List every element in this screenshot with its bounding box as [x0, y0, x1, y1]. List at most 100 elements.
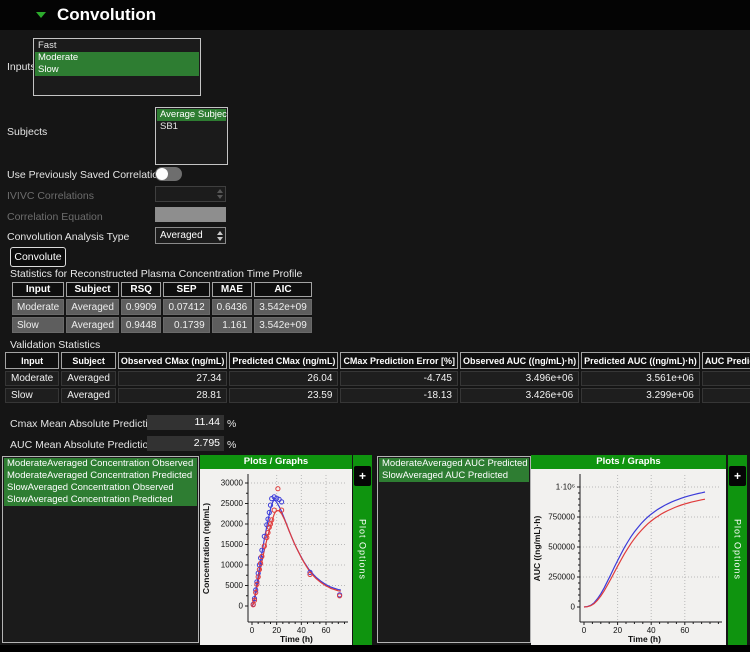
- svg-text:0: 0: [582, 626, 587, 635]
- cell: 23.59: [229, 388, 338, 403]
- svg-text:15000: 15000: [221, 540, 244, 549]
- svg-text:1·10⁶: 1·10⁶: [556, 483, 575, 492]
- cell: Averaged: [66, 317, 119, 333]
- svg-text:10000: 10000: [221, 561, 244, 570]
- plot-options-label: Plot Options: [733, 519, 743, 580]
- cmax-mape-field: 11.44: [147, 415, 224, 430]
- svg-text:0: 0: [571, 603, 576, 612]
- col-header: Observed AUC ((ng/mL)·h): [460, 352, 579, 369]
- auc-mape-unit: %: [227, 439, 236, 451]
- inputs-listbox: Fast Moderate Slow: [33, 38, 201, 96]
- cell: Slow: [12, 317, 64, 333]
- svg-text:60: 60: [322, 626, 331, 635]
- svg-text:AUC ((ng/mL)·h): AUC ((ng/mL)·h): [532, 516, 542, 582]
- add-plot-button[interactable]: +: [354, 466, 371, 486]
- svg-text:Concentration (ng/mL): Concentration (ng/mL): [201, 503, 211, 594]
- svg-text:250000: 250000: [548, 573, 575, 582]
- list-item-moderate[interactable]: Moderate: [35, 52, 199, 64]
- spinner-icon: [214, 188, 225, 200]
- col-header: Predicted CMax (ng/mL): [229, 352, 338, 369]
- cell: Moderate: [5, 371, 59, 386]
- cell: 3.561e+06: [581, 371, 700, 386]
- plot-options-label: Plot Options: [358, 519, 368, 580]
- correlation-equation-field: [155, 207, 226, 222]
- toggle-knob: [156, 168, 168, 180]
- concentration-plot-panel: Plots / Graphs 0204060050001000015000200…: [200, 455, 352, 645]
- auc-mape-field: 2.795: [147, 436, 224, 451]
- svg-text:Time (h): Time (h): [628, 634, 661, 644]
- cell: 28.81: [118, 388, 228, 403]
- ivivc-correlations-select: [155, 186, 226, 202]
- analysis-type-select[interactable]: Averaged: [155, 227, 226, 244]
- legend-item[interactable]: ModerateAveraged Concentration Predicted: [4, 470, 197, 482]
- legend-item[interactable]: ModerateAveraged Concentration Observed: [4, 458, 197, 470]
- cell: 0.9448: [121, 317, 162, 333]
- cell: Slow: [5, 388, 59, 403]
- cell: 27.34: [118, 371, 228, 386]
- concentration-legend-listbox: ModerateAveraged Concentration Observed …: [2, 456, 199, 643]
- col-header: MAE: [212, 282, 253, 297]
- svg-text:Time (h): Time (h): [280, 634, 313, 644]
- list-item-average-subject[interactable]: Average Subject: [157, 109, 226, 121]
- list-item-slow[interactable]: Slow: [35, 64, 199, 76]
- add-plot-button[interactable]: +: [729, 466, 746, 486]
- cell: 1.161: [212, 317, 253, 333]
- cell: 0.1739: [163, 317, 209, 333]
- cell: 0.07412: [163, 299, 209, 315]
- legend-item[interactable]: SlowAveraged Concentration Observed: [4, 482, 197, 494]
- subjects-listbox: Average Subject SB1: [155, 107, 228, 165]
- subjects-label: Subjects: [7, 126, 47, 138]
- cmax-mape-unit: %: [227, 418, 236, 430]
- cell: 3.542e+09: [254, 317, 312, 333]
- table-row: Moderate Averaged 0.9909 0.07412 0.6436 …: [12, 299, 312, 315]
- analysis-type-label: Convolution Analysis Type: [7, 231, 129, 243]
- svg-text:0: 0: [250, 626, 255, 635]
- use-saved-correlation-toggle[interactable]: [155, 167, 182, 181]
- cell: 0.6436: [212, 299, 253, 315]
- col-header: Observed CMax (ng/mL): [118, 352, 228, 369]
- stats-table: Input Subject RSQ SEP MAE AIC Moderate A…: [10, 280, 314, 335]
- cell: -18.13: [340, 388, 458, 403]
- cell: Averaged: [61, 371, 116, 386]
- ivivc-correlations-label: IVIVC Correlations: [7, 190, 94, 202]
- svg-text:60: 60: [680, 626, 689, 635]
- inputs-label: Inputs: [7, 61, 36, 73]
- col-header: Input: [12, 282, 64, 297]
- plots-graphs-header: Plots / Graphs: [200, 455, 352, 469]
- cell: 26.04: [229, 371, 338, 386]
- cell: -4.745: [340, 371, 458, 386]
- list-item-sb1[interactable]: SB1: [157, 121, 226, 133]
- svg-text:750000: 750000: [548, 513, 575, 522]
- cell: 3.542e+09: [254, 299, 312, 315]
- col-header: Predicted AUC ((ng/mL)·h): [581, 352, 700, 369]
- cell: 0.9909: [121, 299, 162, 315]
- col-header: Input: [5, 352, 59, 369]
- list-item-fast[interactable]: Fast: [35, 40, 199, 52]
- cell: 3.426e+06: [460, 388, 579, 403]
- collapse-triangle-icon[interactable]: [36, 12, 46, 18]
- table-row: Moderate Averaged 27.34 26.04 -4.745 3.4…: [5, 371, 750, 386]
- legend-item[interactable]: ModerateAveraged AUC Predicted: [379, 458, 529, 470]
- col-header: CMax Prediction Error [%]: [340, 352, 458, 369]
- convolute-button[interactable]: Convolute: [10, 247, 66, 267]
- legend-item[interactable]: SlowAveraged Concentration Predicted: [4, 494, 197, 506]
- cell: -3.734: [702, 388, 750, 403]
- table-row: Slow Averaged 0.9448 0.1739 1.161 3.542e…: [12, 317, 312, 333]
- concentration-plot: 0204060050001000015000200002500030000Tim…: [200, 469, 352, 645]
- svg-text:25000: 25000: [221, 499, 244, 508]
- svg-text:500000: 500000: [548, 543, 575, 552]
- table-header-row: Input Subject RSQ SEP MAE AIC: [12, 282, 312, 297]
- cell: 1.855: [702, 371, 750, 386]
- svg-text:0: 0: [239, 602, 244, 611]
- cell: 3.496e+06: [460, 371, 579, 386]
- auc-plot: 020406002500005000007500001·10⁶Time (h)A…: [531, 469, 726, 645]
- col-header: Subject: [66, 282, 119, 297]
- legend-item[interactable]: SlowAveraged AUC Predicted: [379, 470, 529, 482]
- svg-text:20: 20: [613, 626, 622, 635]
- bottom-bar: [0, 645, 750, 652]
- svg-text:20000: 20000: [221, 520, 244, 529]
- convolution-page: Convolution Inputs Fast Moderate Slow Su…: [0, 0, 750, 652]
- use-saved-correlation-label: Use Previously Saved Correlation: [7, 169, 164, 181]
- col-header: Subject: [61, 352, 116, 369]
- section-header: Convolution: [0, 0, 750, 30]
